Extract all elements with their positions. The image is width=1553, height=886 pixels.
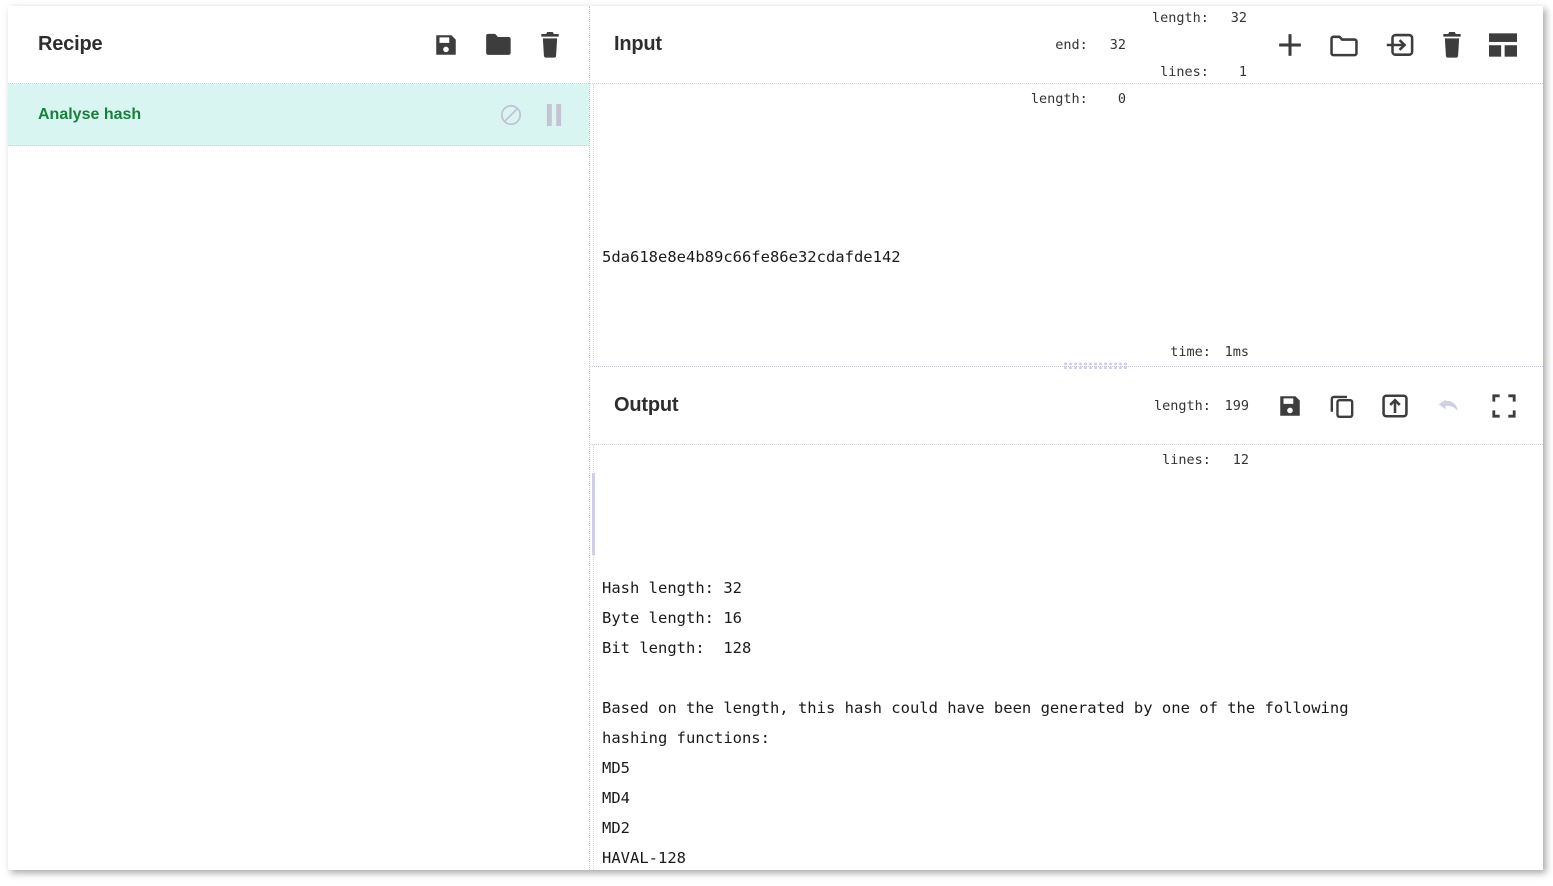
output-length-key: length: bbox=[1153, 397, 1211, 414]
undo-bake-icon[interactable] bbox=[1435, 393, 1465, 419]
recipe-operation-analyse-hash[interactable]: Analyse hash bbox=[8, 84, 589, 146]
add-input-tab-icon[interactable] bbox=[1277, 32, 1303, 58]
clear-recipe-icon[interactable] bbox=[539, 31, 561, 58]
output-panel-header: Output time: 1ms length: 199 lines: 12 bbox=[590, 344, 1543, 468]
recipe-panel-header: Recipe bbox=[8, 6, 589, 84]
output-panel: Output time: 1ms length: 199 lines: 12 H… bbox=[590, 344, 1543, 870]
output-line: Based on the length, this hash could hav… bbox=[602, 699, 1349, 717]
output-cursor-mark bbox=[592, 473, 595, 555]
maximise-output-icon[interactable] bbox=[1491, 393, 1517, 419]
output-title: Output bbox=[614, 394, 679, 416]
operation-toolbar bbox=[499, 103, 563, 127]
open-file-icon[interactable] bbox=[1329, 32, 1359, 58]
input-panel-header: Input start: 32 end: 32 length: 0 length… bbox=[590, 6, 1543, 107]
output-line: Byte length: 16 bbox=[602, 609, 742, 627]
disable-operation-icon[interactable] bbox=[499, 103, 523, 127]
output-line: HAVAL-128 bbox=[602, 849, 686, 867]
input-title: Input bbox=[614, 33, 662, 55]
replace-input-icon[interactable] bbox=[1381, 393, 1409, 419]
save-output-icon[interactable] bbox=[1277, 393, 1303, 419]
recipe-operation-list[interactable]: Analyse hash bbox=[8, 84, 589, 870]
input-lines-key: lines: bbox=[1160, 63, 1209, 80]
output-line: MD2 bbox=[602, 819, 630, 837]
copy-output-icon[interactable] bbox=[1329, 393, 1355, 419]
input-text-line: 5da618e8e4b89c66fe86e32cdafde142 bbox=[602, 248, 901, 266]
output-text-area[interactable]: Hash length: 32 Byte length: 16 Bit length… bbox=[590, 445, 1543, 870]
input-length-value: 32 bbox=[1230, 9, 1247, 26]
breakpoint-pause-icon[interactable] bbox=[545, 103, 563, 126]
input-gutter bbox=[593, 84, 598, 366]
recipe-panel: Recipe Analyse hash bbox=[8, 6, 590, 870]
output-line: MD4 bbox=[602, 789, 630, 807]
output-line: Bit length: 128 bbox=[602, 639, 752, 657]
output-text-lines: Hash length: 32 Byte length: 16 Bit length… bbox=[590, 573, 1543, 870]
clear-io-icon[interactable] bbox=[1441, 31, 1463, 58]
io-column: Input start: 32 end: 32 length: 0 length… bbox=[590, 6, 1543, 870]
recipe-toolbar bbox=[433, 31, 561, 58]
output-line: Hash length: 32 bbox=[602, 579, 742, 597]
output-line: MD5 bbox=[602, 759, 630, 777]
operation-title: Analyse hash bbox=[38, 105, 142, 123]
reset-pane-layout-icon[interactable] bbox=[1489, 32, 1517, 57]
recipe-title: Recipe bbox=[38, 33, 103, 55]
input-lines-value: 1 bbox=[1238, 63, 1247, 80]
open-folder-as-input-icon[interactable] bbox=[1385, 32, 1415, 58]
input-end-key: end: bbox=[1055, 36, 1088, 53]
io-splitter-handle[interactable] bbox=[1063, 362, 1129, 369]
output-length-value: 199 bbox=[1224, 397, 1249, 414]
input-panel: Input start: 32 end: 32 length: 0 length… bbox=[590, 6, 1543, 367]
input-end-value: 32 bbox=[1109, 36, 1126, 53]
input-length-key: length: bbox=[1151, 9, 1209, 26]
output-toolbar bbox=[1277, 393, 1523, 419]
save-recipe-icon[interactable] bbox=[433, 32, 459, 58]
load-recipe-icon[interactable] bbox=[485, 32, 513, 58]
cyberchef-app: Recipe Analyse hash Input end: 32 length… bbox=[8, 6, 1543, 870]
output-line: hashing functions: bbox=[602, 729, 770, 747]
input-toolbar bbox=[1277, 31, 1523, 58]
input-text-area[interactable]: 5da618e8e4b89c66fe86e32cdafde142 bbox=[590, 84, 1543, 366]
